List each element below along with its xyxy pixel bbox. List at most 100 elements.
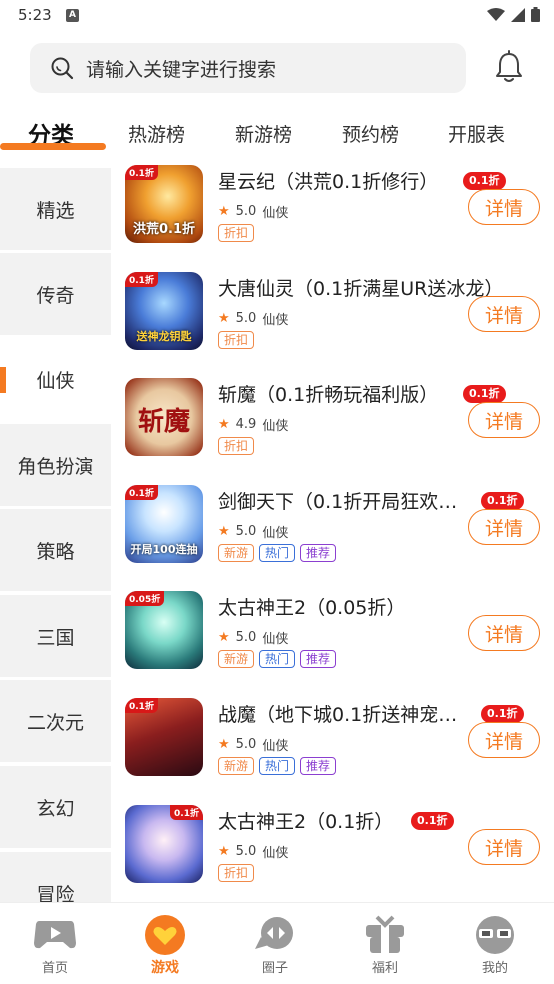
rating: ★ 4.9 仙侠: [218, 415, 288, 434]
rating: ★ 5.0 仙侠: [218, 202, 288, 221]
category-item[interactable]: 三国: [0, 595, 111, 677]
category-item[interactable]: 冒险: [0, 852, 111, 902]
tab-new-games[interactable]: 新游榜: [235, 120, 292, 147]
game-icon[interactable]: 0.05折: [125, 591, 203, 669]
discount-tag: 0.1折: [411, 812, 454, 830]
genre-label: 仙侠: [262, 313, 289, 328]
tag-list: 新游 热门 推荐: [218, 650, 337, 668]
category-label: 三国: [36, 626, 75, 649]
tab-hot-games[interactable]: 热游榜: [128, 120, 185, 147]
star-icon: ★: [218, 524, 230, 539]
game-row[interactable]: 0.05折 太古神王2（0.05折） ★ 5.0 仙侠 新游 热门 推荐 详情: [111, 586, 554, 692]
status-icons: [487, 7, 540, 22]
game-icon[interactable]: 0.1折 开局100连抽: [125, 485, 203, 563]
genre-label: 仙侠: [262, 739, 289, 754]
bell-icon[interactable]: [494, 50, 524, 84]
rating-value: 5.0: [235, 844, 257, 859]
status-time: 5:23: [18, 6, 52, 24]
nav-mine[interactable]: 我的: [440, 903, 550, 984]
tag-recommended: 推荐: [300, 757, 337, 775]
detail-button[interactable]: 详情: [468, 296, 540, 332]
signal-icon: [511, 7, 525, 22]
genre-label: 仙侠: [262, 526, 289, 541]
star-icon: ★: [218, 204, 230, 219]
game-icon[interactable]: 斩魔: [125, 378, 203, 456]
detail-button[interactable]: 详情: [468, 402, 540, 438]
category-label: 策略: [36, 540, 75, 563]
tag-new: 新游: [218, 757, 255, 775]
discount-tag: 0.1折: [481, 492, 524, 510]
category-item-active[interactable]: 仙侠: [0, 338, 111, 420]
search-input[interactable]: 请输入关键字进行搜索: [30, 43, 466, 93]
nav-label: 我的: [481, 961, 508, 976]
detail-button[interactable]: 详情: [468, 509, 540, 545]
gamepad-icon: [34, 921, 76, 949]
game-title[interactable]: 剑御天下（0.1折开局狂欢…: [218, 487, 457, 514]
game-title[interactable]: 星云纪（洪荒0.1折修行）: [218, 167, 438, 194]
star-icon: ★: [218, 844, 230, 859]
game-icon[interactable]: 0.1折 洪荒0.1折: [125, 165, 203, 243]
tag-hot: 热门: [259, 757, 296, 775]
icon-discount-badge: 0.05折: [125, 591, 165, 606]
category-item[interactable]: 二次元: [0, 680, 111, 762]
category-item[interactable]: 玄幻: [0, 766, 111, 848]
genre-label: 仙侠: [262, 632, 289, 647]
active-tab-indicator: [0, 143, 106, 150]
tag-recommended: 推荐: [300, 650, 337, 668]
tag-discount: 折扣: [218, 224, 255, 242]
detail-button[interactable]: 详情: [468, 829, 540, 865]
game-icon[interactable]: 0.1折: [125, 698, 203, 776]
notification-icon: A: [66, 9, 79, 22]
game-title[interactable]: 斩魔（0.1折畅玩福利版）: [218, 380, 438, 407]
detail-button[interactable]: 详情: [468, 615, 540, 651]
tag-list: 折扣: [218, 437, 255, 455]
nav-circle[interactable]: 圈子: [220, 903, 330, 984]
tab-reservation[interactable]: 预约榜: [342, 120, 399, 147]
tag-list: 折扣: [218, 331, 255, 349]
category-label: 传奇: [36, 284, 75, 307]
nav-games[interactable]: 游戏: [110, 903, 220, 984]
icon-caption: 斩魔: [137, 407, 190, 437]
game-row[interactable]: 0.1折 洪荒0.1折 星云纪（洪荒0.1折修行） 0.1折 ★ 5.0 仙侠 折扣…: [111, 160, 554, 266]
game-title[interactable]: 大唐仙灵（0.1折满星UR送冰龙）: [218, 274, 503, 301]
rating-value: 5.0: [235, 524, 257, 539]
rating-value: 5.0: [235, 204, 257, 219]
game-row[interactable]: 0.1折 送神龙钥匙 大唐仙灵（0.1折满星UR送冰龙） ★ 5.0 仙侠 折扣 详…: [111, 267, 554, 373]
game-row[interactable]: 斩魔 斩魔（0.1折畅玩福利版） 0.1折 ★ 4.9 仙侠 折扣 详情: [111, 373, 554, 479]
chat-bubble-icon: [255, 917, 293, 949]
game-row[interactable]: 0.1折 战魔（地下城0.1折送神宠… 0.1折 ★ 5.0 仙侠 新游 热门 推荐…: [111, 693, 554, 799]
game-title[interactable]: 太古神王2（0.1折）: [218, 807, 393, 834]
category-item[interactable]: 策略: [0, 509, 111, 591]
tab-server-schedule[interactable]: 开服表: [448, 120, 505, 147]
nav-home[interactable]: 首页: [0, 903, 110, 984]
nav-welfare[interactable]: 福利: [330, 903, 440, 984]
category-item[interactable]: 传奇: [0, 253, 111, 335]
rating: ★ 5.0 仙侠: [218, 735, 288, 754]
category-item[interactable]: 精选: [0, 168, 111, 250]
rating-value: 5.0: [235, 737, 257, 752]
star-icon: ★: [218, 311, 230, 326]
category-item[interactable]: 角色扮演: [0, 424, 111, 506]
heart-chat-icon: [145, 915, 185, 955]
game-icon[interactable]: 0.1折 送神龙钥匙: [125, 272, 203, 350]
category-sidebar: 精选 传奇 仙侠 角色扮演 策略 三国 二次元 玄幻 冒险: [0, 168, 111, 902]
tag-list: 新游 热门 推荐: [218, 757, 337, 775]
tag-hot: 热门: [259, 650, 296, 668]
game-icon[interactable]: 0.1折: [125, 805, 203, 883]
game-row[interactable]: 0.1折 太古神王2（0.1折） 0.1折 ★ 5.0 仙侠 折扣 详情: [111, 800, 554, 902]
search-placeholder: 请输入关键字进行搜索: [86, 58, 277, 81]
tag-list: 折扣: [218, 224, 255, 242]
game-title[interactable]: 太古神王2（0.05折）: [218, 593, 405, 620]
rating: ★ 5.0 仙侠: [218, 842, 288, 861]
tag-list: 折扣: [218, 864, 255, 882]
detail-button[interactable]: 详情: [468, 189, 540, 225]
genre-label: 仙侠: [262, 206, 289, 221]
category-label: 玄幻: [36, 797, 75, 820]
bottom-nav: 首页 游戏 圈子 福利 我的: [0, 902, 554, 984]
detail-button[interactable]: 详情: [468, 722, 540, 758]
tag-hot: 热门: [259, 544, 296, 562]
game-row[interactable]: 0.1折 开局100连抽 剑御天下（0.1折开局狂欢… 0.1折 ★ 5.0 仙侠 …: [111, 480, 554, 586]
rating-value: 5.0: [235, 311, 257, 326]
game-title[interactable]: 战魔（地下城0.1折送神宠…: [218, 700, 457, 727]
battery-icon: [531, 7, 540, 22]
